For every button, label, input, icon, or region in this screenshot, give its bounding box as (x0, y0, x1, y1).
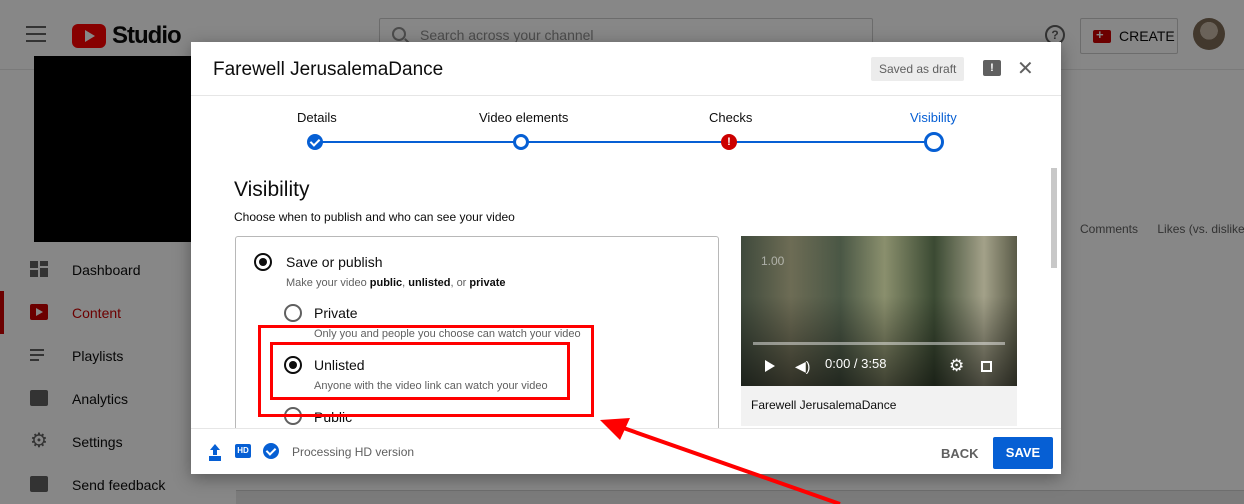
stepper-line (315, 141, 933, 143)
save-or-publish-radio[interactable] (254, 253, 272, 271)
save-or-publish-sub: Make your video public, unlisted, or pri… (286, 277, 506, 289)
step-done-icon[interactable] (307, 134, 323, 150)
dialog-body: Visibility Choose when to publish and wh… (191, 168, 1061, 428)
video-preview: 1.00 ◀) 0:00 / 3:58 ⚙ Farewell Jerusalem… (741, 236, 1017, 426)
dialog-title: Farewell JerusalemaDance (213, 59, 444, 80)
save-or-publish-label[interactable]: Save or publish (286, 254, 383, 270)
dialog-scrollbar[interactable] (1051, 168, 1057, 268)
unlisted-radio[interactable] (284, 356, 302, 374)
back-button[interactable]: BACK (933, 439, 987, 469)
saved-draft-badge: Saved as draft (871, 57, 965, 81)
step-visibility[interactable]: Visibility (910, 110, 957, 125)
private-sub: Only you and people you choose can watch… (314, 328, 581, 340)
private-label[interactable]: Private (314, 305, 358, 321)
public-radio[interactable] (284, 407, 302, 425)
step-video-elements[interactable]: Video elements (479, 110, 568, 125)
public-label[interactable]: Public (314, 409, 352, 425)
upload-icon (209, 444, 221, 458)
unlisted-sub: Anyone with the video link can watch you… (314, 380, 548, 392)
playback-speed: 1.00 (761, 254, 785, 268)
visibility-description: Choose when to publish and who can see y… (234, 210, 515, 224)
video-time: 0:00 / 3:58 (825, 356, 887, 371)
fullscreen-icon[interactable] (981, 361, 992, 372)
volume-icon[interactable]: ◀) (795, 358, 810, 375)
processing-status: Processing HD version (292, 445, 415, 459)
video-player[interactable]: 1.00 ◀) 0:00 / 3:58 ⚙ (741, 236, 1017, 386)
step-error-icon[interactable]: ! (721, 134, 737, 150)
step-checks[interactable]: Checks (709, 110, 752, 125)
step-current-icon[interactable] (924, 132, 944, 152)
check-circle-icon (263, 443, 279, 459)
hd-icon: HD (235, 444, 251, 458)
gear-icon[interactable]: ⚙ (949, 356, 964, 376)
upload-stepper: Details Video elements Checks ! Visibili… (191, 96, 1061, 168)
private-radio[interactable] (284, 304, 302, 322)
report-feedback-icon[interactable]: ! (983, 60, 1001, 76)
unlisted-label[interactable]: Unlisted (314, 357, 365, 373)
step-open-icon[interactable] (513, 134, 529, 150)
dialog-header: Farewell JerusalemaDance Saved as draft … (191, 42, 1061, 96)
close-icon[interactable]: ✕ (1017, 56, 1034, 81)
visibility-title: Visibility (234, 178, 310, 201)
annotation-arrow-icon (600, 418, 841, 504)
play-icon[interactable] (765, 360, 775, 372)
video-progress-bar[interactable] (753, 342, 1005, 345)
save-button[interactable]: SAVE (993, 437, 1053, 469)
save-or-publish-panel: Save or publish Make your video public, … (235, 236, 719, 428)
step-details[interactable]: Details (297, 110, 337, 125)
